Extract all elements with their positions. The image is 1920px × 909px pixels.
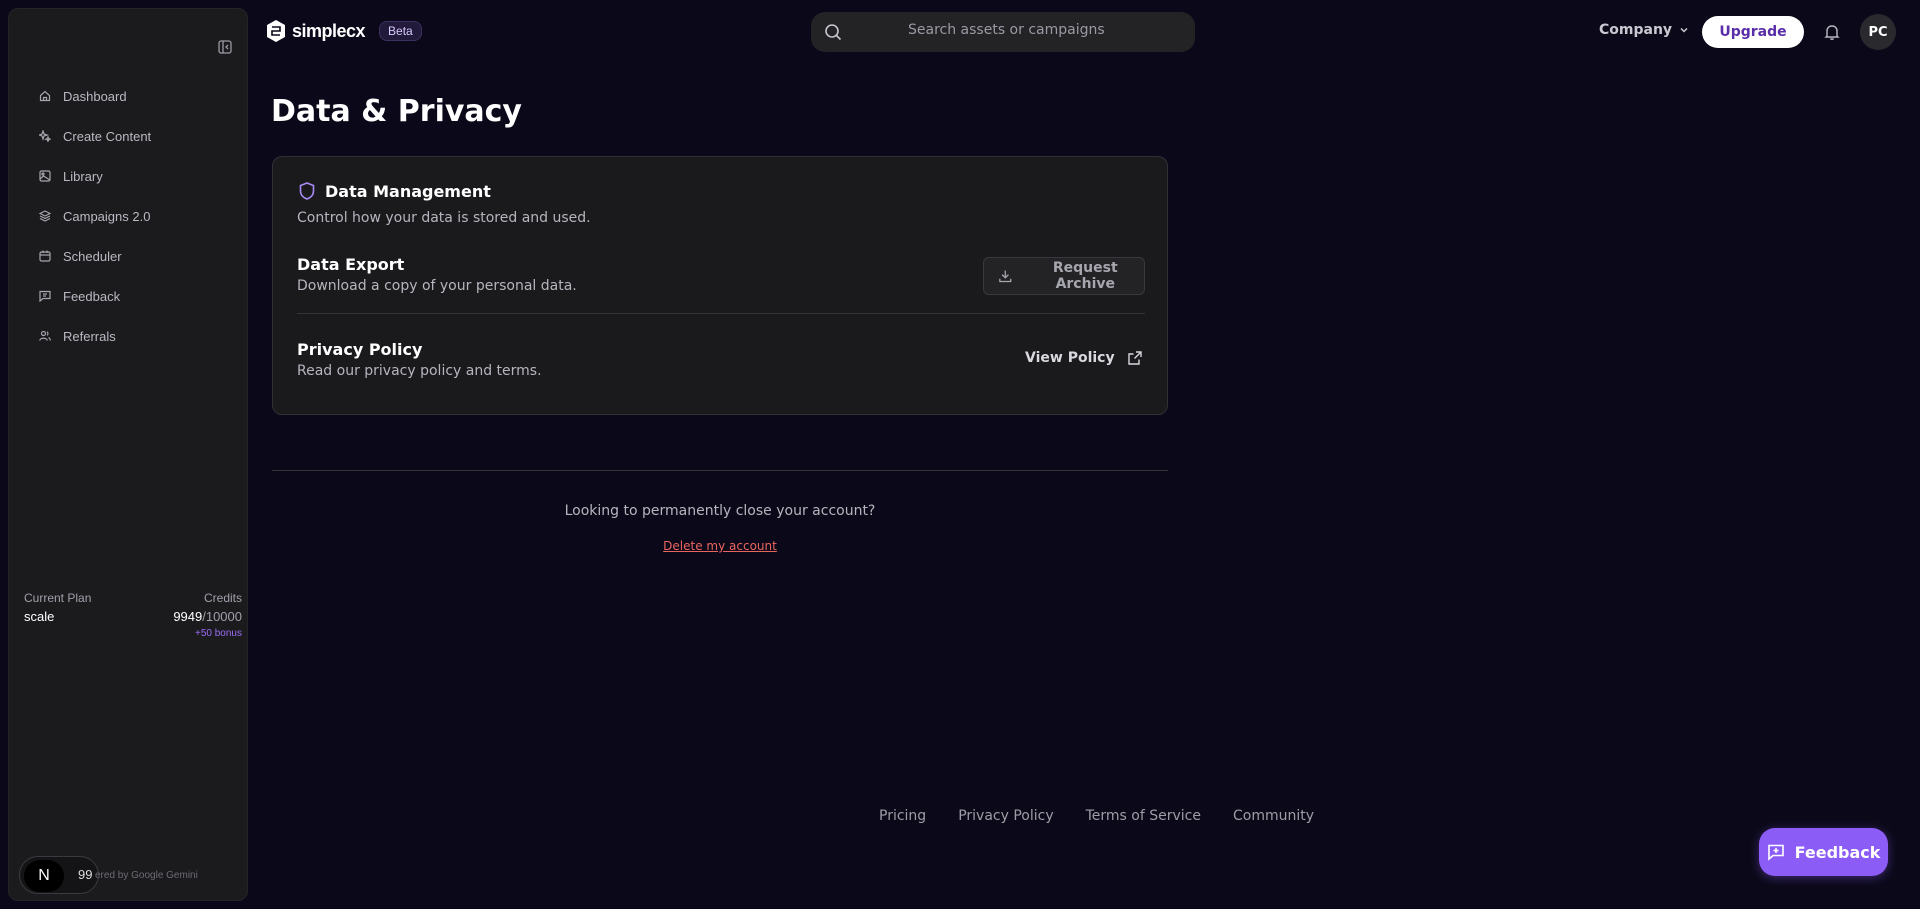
view-policy-label: View Policy xyxy=(1025,350,1115,366)
current-plan-label: Current Plan xyxy=(24,591,92,605)
sidebar-item-dashboard[interactable]: Dashboard xyxy=(23,76,235,116)
sidebar-item-create-content[interactable]: Create Content xyxy=(23,116,235,156)
sidebar-item-library[interactable]: Library xyxy=(23,156,235,196)
powered-by-text: ered by Google Gemini xyxy=(95,870,198,881)
sidebar: Dashboard Create Content Library Campaig… xyxy=(8,8,248,901)
logo[interactable]: simplecx Beta xyxy=(266,19,422,43)
data-management-card: Data Management Control how your data is… xyxy=(272,156,1168,415)
credits-used: 9949 xyxy=(173,609,203,624)
page-title: Data & Privacy xyxy=(271,94,522,129)
delete-account-link[interactable]: Delete my account xyxy=(272,539,1168,553)
search-bar[interactable] xyxy=(811,12,1195,52)
section-divider xyxy=(272,470,1168,471)
sidebar-item-label: Referrals xyxy=(63,328,116,344)
close-account-question: Looking to permanently close your accoun… xyxy=(564,503,876,519)
sidebar-item-label: Feedback xyxy=(63,288,121,304)
logo-icon xyxy=(267,20,285,42)
card-title: Data Management xyxy=(325,181,491,201)
sidebar-item-label: Library xyxy=(63,168,103,184)
footer-link-terms[interactable]: Terms of Service xyxy=(1086,808,1201,824)
row-divider xyxy=(297,313,1145,314)
footer-link-pricing[interactable]: Pricing xyxy=(879,808,926,824)
sidebar-item-feedback[interactable]: Feedback xyxy=(23,276,235,316)
plan-summary: Current Plan scale Credits 9949/10000 +5… xyxy=(24,591,242,639)
credits-total: /10000 xyxy=(202,609,242,624)
download-icon xyxy=(999,270,1012,283)
footer: Pricing Privacy Policy Terms of Service … xyxy=(879,808,1346,824)
calendar-icon xyxy=(39,250,51,262)
data-export-description: Download a copy of your personal data. xyxy=(297,278,577,294)
request-archive-label: Request Archive xyxy=(1052,260,1118,292)
avatar[interactable]: PC xyxy=(1860,14,1896,50)
beta-badge: Beta xyxy=(379,21,422,41)
message-plus-icon xyxy=(1767,844,1784,861)
sidebar-item-label: Dashboard xyxy=(63,88,127,104)
bell-icon[interactable] xyxy=(1822,22,1842,42)
sidebar-item-label: Scheduler xyxy=(63,248,122,264)
sparkles-icon xyxy=(39,130,51,142)
n-badge: N xyxy=(24,860,64,892)
sidebar-item-referrals[interactable]: Referrals xyxy=(23,316,235,356)
current-plan-value: scale xyxy=(24,609,55,624)
external-link-icon xyxy=(1127,351,1142,365)
privacy-policy-title: Privacy Policy xyxy=(297,340,423,359)
search-input[interactable] xyxy=(908,22,1168,38)
feedback-fab-button[interactable]: Feedback xyxy=(1759,828,1888,876)
request-archive-button[interactable]: Request Archive xyxy=(983,257,1145,295)
n-count: 99 xyxy=(78,867,93,882)
home-icon xyxy=(39,90,51,102)
users-icon xyxy=(39,330,51,342)
company-label: Company xyxy=(1599,22,1673,38)
privacy-policy-row: Privacy Policy Read our privacy policy a… xyxy=(297,340,542,379)
company-dropdown[interactable]: Company xyxy=(1599,22,1690,38)
footer-link-community[interactable]: Community xyxy=(1233,808,1314,824)
sidebar-item-campaigns[interactable]: Campaigns 2.0 xyxy=(23,196,235,236)
credits-label: Credits xyxy=(203,591,242,605)
image-icon xyxy=(39,170,51,182)
search-icon xyxy=(825,24,842,41)
data-export-title: Data Export xyxy=(297,255,405,274)
sidebar-nav: Dashboard Create Content Library Campaig… xyxy=(23,76,235,356)
sidebar-item-label: Campaigns 2.0 xyxy=(63,208,151,224)
upgrade-button[interactable]: Upgrade xyxy=(1702,16,1804,48)
credits-value: 9949/10000 xyxy=(173,609,242,624)
sidebar-item-scheduler[interactable]: Scheduler xyxy=(23,236,235,276)
data-export-row: Data Export Download a copy of your pers… xyxy=(297,255,577,294)
credits-bonus: +50 bonus xyxy=(195,628,242,639)
message-icon xyxy=(39,290,51,302)
logo-text: simplecx xyxy=(292,20,366,41)
chevron-down-icon xyxy=(1680,27,1688,33)
layers-icon xyxy=(39,210,51,222)
sidebar-collapse-icon[interactable] xyxy=(209,31,241,63)
delete-account-label: Delete my account xyxy=(663,539,777,553)
card-description: Control how your data is stored and used… xyxy=(297,210,591,226)
notification-pill[interactable]: N 99 xyxy=(19,856,99,894)
view-policy-button[interactable]: View Policy xyxy=(1025,343,1143,373)
footer-link-privacy[interactable]: Privacy Policy xyxy=(958,808,1053,824)
feedback-fab-label: Feedback xyxy=(1794,842,1881,862)
shield-icon xyxy=(299,182,315,200)
privacy-policy-description: Read our privacy policy and terms. xyxy=(297,363,542,379)
sidebar-item-label: Create Content xyxy=(63,128,152,144)
